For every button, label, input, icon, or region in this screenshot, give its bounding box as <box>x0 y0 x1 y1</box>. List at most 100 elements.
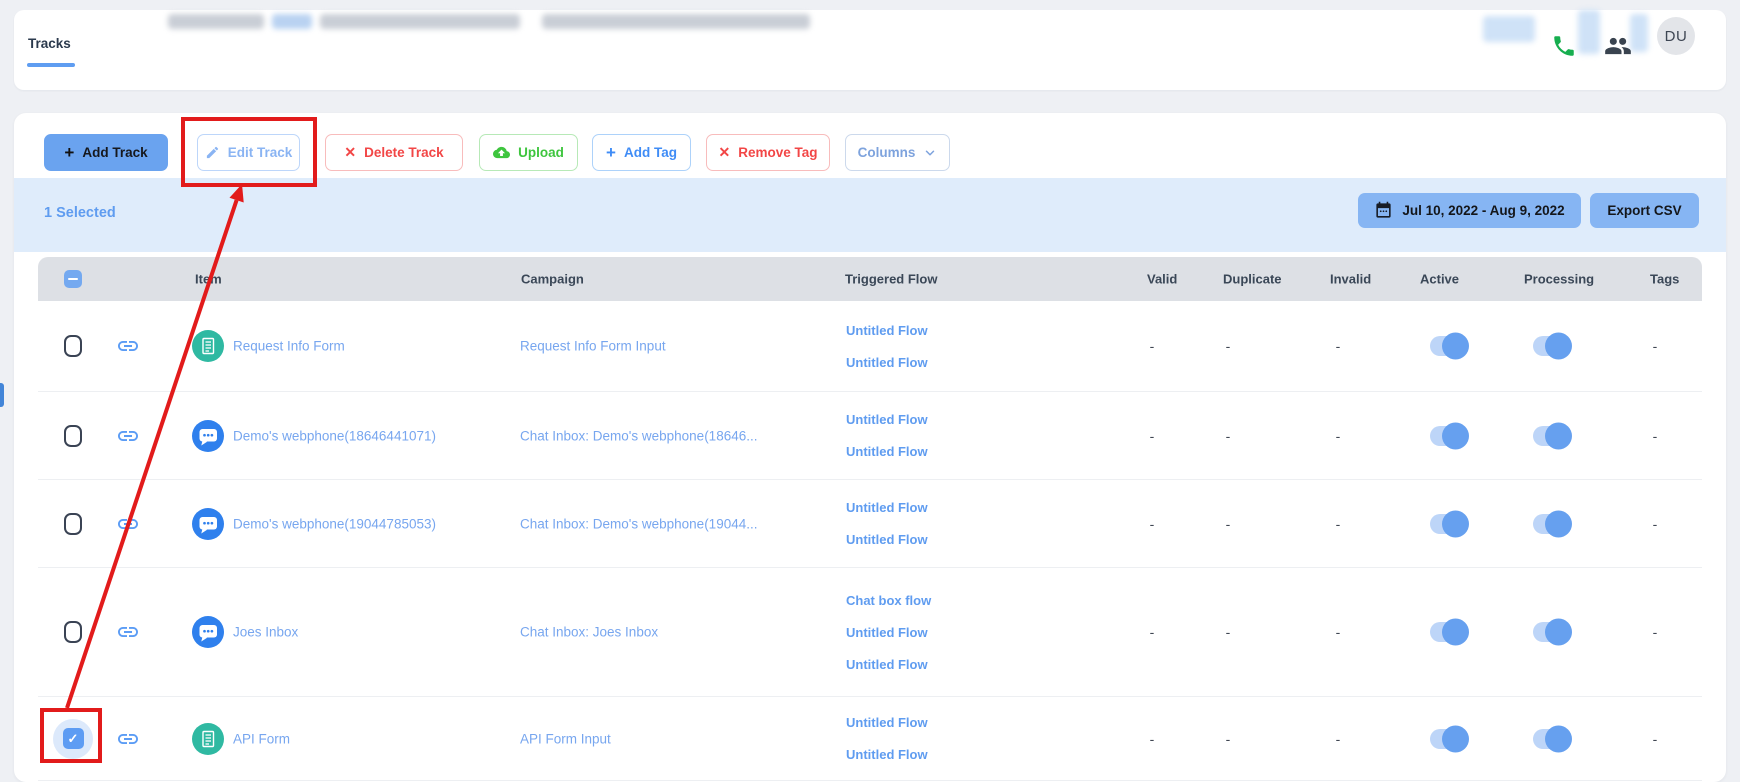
triggered-flow-link[interactable]: Untitled Flow <box>846 441 928 462</box>
invalid-value: - <box>1336 516 1341 532</box>
processing-toggle[interactable] <box>1533 514 1571 534</box>
add-track-button[interactable]: + Add Track <box>44 134 168 171</box>
triggered-flow-link[interactable]: Untitled Flow <box>846 712 928 733</box>
valid-value: - <box>1150 731 1155 747</box>
triggered-flow-link[interactable]: Untitled Flow <box>846 529 928 550</box>
item-label[interactable]: Request Info Form <box>233 339 345 354</box>
row-checkbox-cell <box>64 513 82 535</box>
plus-icon: + <box>606 143 616 163</box>
tracks-table: Item Campaign Triggered Flow Valid Dupli… <box>38 257 1702 781</box>
invalid-value: - <box>1336 624 1341 640</box>
item-label[interactable]: Demo's webphone(18646441071) <box>233 428 436 443</box>
form-icon <box>192 723 224 755</box>
duplicate-value: - <box>1226 516 1231 532</box>
campaign-link[interactable]: Request Info Form Input <box>520 339 666 354</box>
invalid-value: - <box>1336 338 1341 354</box>
chat-icon <box>192 420 224 452</box>
selection-bar: 1 Selected Jul 10, 2022 - Aug 9, 2022 Ex… <box>14 178 1726 252</box>
export-csv-button[interactable]: Export CSV <box>1590 193 1699 228</box>
x-icon: ✕ <box>718 144 730 161</box>
add-tag-button[interactable]: + Add Tag <box>592 134 691 171</box>
processing-toggle[interactable] <box>1533 336 1571 356</box>
row-checkbox[interactable] <box>64 621 82 643</box>
active-toggle[interactable] <box>1430 426 1468 446</box>
triggered-flow-link[interactable]: Untitled Flow <box>846 352 928 373</box>
processing-toggle[interactable] <box>1533 729 1571 749</box>
link-icon[interactable] <box>116 620 140 644</box>
link-icon[interactable] <box>116 512 140 536</box>
column-header-item: Item <box>195 272 222 287</box>
tab-tracks[interactable]: Tracks <box>28 36 71 51</box>
avatar[interactable]: DU <box>1657 17 1695 55</box>
edit-track-button[interactable]: Edit Track <box>197 134 300 171</box>
date-range-button[interactable]: Jul 10, 2022 - Aug 9, 2022 <box>1358 193 1581 228</box>
delete-track-button[interactable]: ✕ Delete Track <box>325 134 463 171</box>
duplicate-value: - <box>1226 624 1231 640</box>
invalid-value: - <box>1336 731 1341 747</box>
item-label[interactable]: API Form <box>233 731 290 746</box>
triggered-flow-link[interactable]: Chat box flow <box>846 590 931 611</box>
upload-button[interactable]: Upload <box>479 134 578 171</box>
valid-value: - <box>1150 624 1155 640</box>
phone-icon[interactable] <box>1550 32 1578 60</box>
redacted-banner-text <box>320 14 520 29</box>
triggered-flow-link[interactable]: Untitled Flow <box>846 320 928 341</box>
redacted-banner-text <box>542 14 810 29</box>
tags-value: - <box>1653 338 1658 354</box>
triggered-flows-cell: Chat box flow Untitled Flow Untitled Flow <box>846 568 931 696</box>
chat-icon <box>192 616 224 648</box>
campaign-link[interactable]: API Form Input <box>520 731 611 746</box>
row-checkbox[interactable] <box>64 335 82 357</box>
link-icon[interactable] <box>116 727 140 751</box>
remove-tag-button[interactable]: ✕ Remove Tag <box>706 134 830 171</box>
triggered-flows-cell: Untitled Flow Untitled Flow <box>846 301 928 391</box>
tags-value: - <box>1653 731 1658 747</box>
selected-count: 1 Selected <box>44 205 116 221</box>
redacted-chip <box>1630 14 1648 52</box>
plus-icon: + <box>64 143 74 163</box>
people-icon[interactable] <box>1604 32 1632 60</box>
valid-value: - <box>1150 428 1155 444</box>
redacted-banner-text <box>168 14 264 29</box>
table-header: Item Campaign Triggered Flow Valid Dupli… <box>38 257 1702 301</box>
campaign-link[interactable]: Chat Inbox: Joes Inbox <box>520 625 658 640</box>
row-checkbox[interactable] <box>64 425 82 447</box>
item-label[interactable]: Demo's webphone(19044785053) <box>233 516 436 531</box>
triggered-flow-link[interactable]: Untitled Flow <box>846 744 928 765</box>
tags-value: - <box>1653 428 1658 444</box>
active-toggle[interactable] <box>1430 514 1468 534</box>
campaign-link[interactable]: Chat Inbox: Demo's webphone(19044... <box>520 516 757 531</box>
redacted-chip <box>1483 16 1535 42</box>
table-row: Joes Inbox Chat Inbox: Joes Inbox Chat box… <box>38 568 1702 697</box>
column-header-processing: Processing <box>1524 272 1594 287</box>
scroll-position-indicator <box>0 383 4 407</box>
columns-dropdown[interactable]: Columns <box>845 134 950 171</box>
active-toggle[interactable] <box>1430 729 1468 749</box>
duplicate-value: - <box>1226 338 1231 354</box>
redacted-chip <box>1578 10 1600 54</box>
item-label[interactable]: Joes Inbox <box>233 625 298 640</box>
active-toggle[interactable] <box>1430 622 1468 642</box>
columns-label: Columns <box>858 145 916 160</box>
add-track-label: Add Track <box>82 145 147 160</box>
duplicate-value: - <box>1226 428 1231 444</box>
checkbox-halo: ✓ <box>53 719 93 759</box>
tab-active-underline <box>27 63 75 67</box>
select-all-checkbox[interactable] <box>64 270 82 288</box>
link-icon[interactable] <box>116 334 140 358</box>
triggered-flow-link[interactable]: Untitled Flow <box>846 654 931 675</box>
triggered-flow-link[interactable]: Untitled Flow <box>846 497 928 518</box>
valid-value: - <box>1150 516 1155 532</box>
row-checkbox[interactable]: ✓ <box>63 728 84 749</box>
row-checkbox[interactable] <box>64 513 82 535</box>
triggered-flow-link[interactable]: Untitled Flow <box>846 409 928 430</box>
processing-toggle[interactable] <box>1533 622 1571 642</box>
column-header-invalid: Invalid <box>1330 272 1371 287</box>
processing-toggle[interactable] <box>1533 426 1571 446</box>
triggered-flow-link[interactable]: Untitled Flow <box>846 622 931 643</box>
link-icon[interactable] <box>116 424 140 448</box>
active-toggle[interactable] <box>1430 336 1468 356</box>
campaign-link[interactable]: Chat Inbox: Demo's webphone(18646... <box>520 428 757 443</box>
column-header-triggered-flow: Triggered Flow <box>845 272 937 287</box>
tags-value: - <box>1653 516 1658 532</box>
